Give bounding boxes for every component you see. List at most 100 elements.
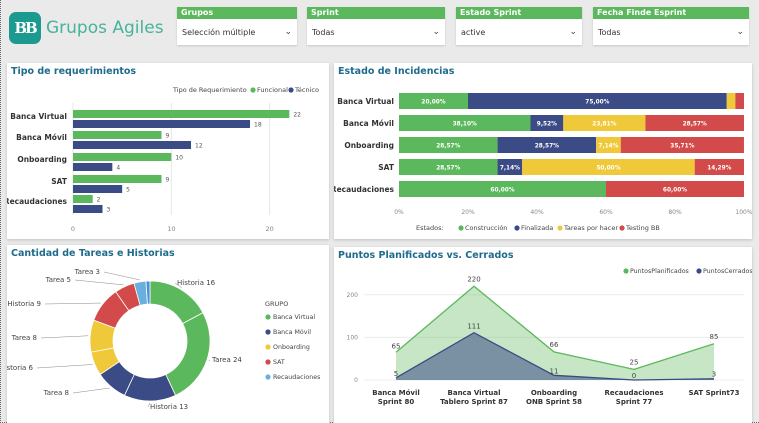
logo-mark-icon: BB [9,12,41,44]
data-label: 50,00% [596,166,620,172]
category-label: Recaudaciones [7,197,68,206]
legend-marker [265,314,271,320]
slicer-value: Selección múltiple [182,27,256,37]
x-tick-label: 100% [735,209,752,216]
data-label: 35,71% [670,144,694,150]
slicer-dropdown[interactable]: Todas ⌄ [593,19,749,45]
data-label: 20,00% [421,100,445,106]
slicer-dropdown[interactable]: Todas ⌄ [307,19,445,45]
x-category-label: SAT Sprint73 [688,389,739,397]
legend-item: PuntosCerrados [703,268,752,275]
panel-title: Tipo de requerimientos [11,66,137,77]
tareas-donut-chart: Historia 16 Tarea 24 Historia 13 Tarea 8 His… [0,268,320,411]
panel-puntos: Puntos Planificados vs. Cerrados 0 100 200… [334,247,753,423]
legend-marker [265,344,271,350]
data-label: 3 [712,371,716,379]
leader-line [74,279,124,286]
category-label: SAT [378,163,395,172]
data-label: 85 [710,333,719,341]
slicer-dropdown[interactable]: active ⌄ [456,19,582,45]
x-category-label: Recaudaciones [605,389,664,397]
x-tick-label: 40% [530,209,544,216]
chevron-down-icon[interactable]: ⌄ [432,27,440,37]
data-label: 12 [195,143,203,150]
legend-title: Estados: [416,224,444,232]
legend-marker [250,87,256,93]
slicer-grupos[interactable]: Grupos Selección múltiple ⌄ [177,7,297,45]
data-label: 3 [107,207,111,214]
panel-estado-incidencias: Estado de Incidencias 0% 20% 40% 60% 80% 100%… [331,63,753,239]
panel-tareas-historias: Cantidad de Tareas e Historias Historia … [0,245,329,423]
leader-line [44,302,101,305]
bar [73,153,172,161]
slicer-label: Fecha Finde Esprint [593,7,749,19]
data-label: 25 [630,358,639,366]
leader-line [36,364,93,369]
chevron-down-icon[interactable]: ⌄ [736,27,744,37]
legend-marker [265,374,271,380]
panel-title: Puntos Planificados vs. Cerrados [338,250,514,261]
x-category-label: ONB Sprint 58 [526,398,582,406]
x-category-label: Tablero Sprint 87 [440,398,508,406]
chevron-down-icon[interactable]: ⌄ [569,27,577,37]
legend-marker [265,329,271,335]
dashboard-canvas: BB Grupos Agiles Grupos Selección múltip… [0,0,759,423]
slice-label: Historia 13 [150,403,188,411]
slicer-label: Grupos [177,7,297,19]
legend-item: Onboarding [273,344,310,351]
data-label: 220 [467,275,480,283]
data-label: 22 [293,112,301,119]
legend-item: Testing BB [625,224,660,232]
x-tick-label: 0% [394,209,404,216]
slice-label: Tarea 3 [74,268,100,276]
panel-tipo-requerimientos: Tipo de requerimientos 0 10 20 Tipo de Requ… [4,63,329,239]
legend-title: GRUPO [265,300,288,308]
x-category-label: Sprint 80 [378,398,415,406]
slicer-sprint[interactable]: Sprint Todas ⌄ [307,7,445,45]
x-tick-label: 20 [266,225,274,233]
bar [73,141,191,149]
slicer-label: Sprint [307,7,445,19]
data-label: 23,81% [592,122,616,128]
data-label: 7,14% [500,166,520,172]
leader-line [103,271,140,281]
brand-name: Grupos Agiles [46,18,164,38]
slice-label: Historia 6 [7,364,34,372]
slice-label: Historia 16 [177,279,216,287]
x-tick-label: 60% [599,209,613,216]
data-label: 66 [550,341,559,349]
legend-item: SAT [273,359,285,366]
x-category-label: Sprint 77 [616,398,653,406]
bar [73,205,103,213]
legend-item: Finalizada [521,224,553,232]
slicer-value: Todas [598,27,621,37]
category-label: Banca Móvil [343,119,394,128]
y-tick-label: 0 [354,377,358,384]
panel-title: Estado de Incidencias [338,66,455,77]
data-label: 5 [394,370,398,378]
legend-item: Funcional [257,86,288,94]
panel-title: Cantidad de Tareas e Historias [11,248,175,259]
x-tick-label: 80% [668,209,682,216]
slice-label: Tarea 5 [45,276,71,284]
data-label: 0 [632,372,636,380]
bar [73,195,93,203]
slicer-value: active [461,27,486,37]
data-label: 9,52% [537,122,557,128]
y-tick-label: 200 [347,292,359,299]
legend-marker [696,268,702,274]
bar [73,185,123,193]
data-label: 18 [254,122,262,129]
chevron-down-icon[interactable]: ⌄ [284,27,292,37]
legend-marker [623,268,629,274]
slicer-estado-sprint[interactable]: Estado Sprint active ⌄ [456,7,582,45]
slicer-fecha[interactable]: Fecha Finde Esprint Todas ⌄ [593,7,749,45]
data-label: 75,00% [585,100,609,106]
slicer-dropdown[interactable]: Selección múltiple ⌄ [177,19,297,45]
bar [73,175,162,183]
slice-label: Tarea 8 [11,334,37,342]
donut-slice [165,312,211,396]
legend-item: Recaudaciones [273,374,320,381]
data-label: 5 [126,187,130,194]
data-label: 11 [550,367,559,375]
